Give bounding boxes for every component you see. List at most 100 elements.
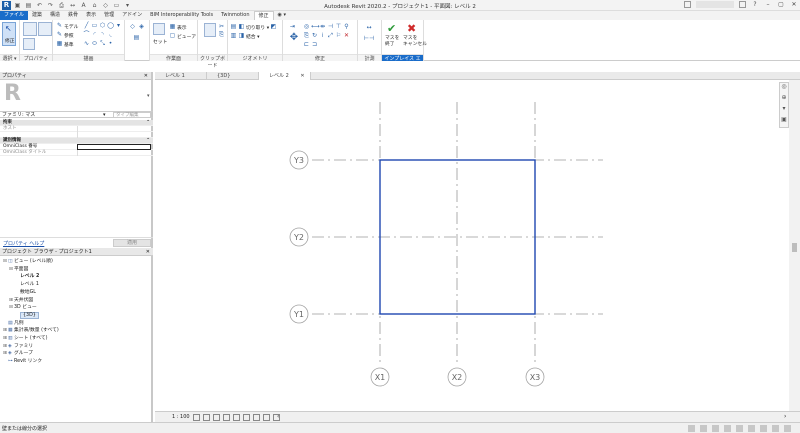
drawing-canvas[interactable]: Y3 Y2 Y1 X1 X2 X3 <box>155 80 788 411</box>
doc-tab-level2[interactable]: レベル 2 ✕ <box>259 72 311 80</box>
form-icon[interactable]: ▤ <box>133 34 140 41</box>
close-tab-icon[interactable]: ✕ <box>300 73 304 79</box>
tab-modify[interactable]: 修正 <box>253 11 274 20</box>
tab-twinmotion[interactable]: Twinmotion <box>217 11 253 20</box>
browser-node[interactable]: 敷地GL <box>15 289 36 296</box>
filter-dropdown-icon[interactable]: ▾ <box>103 112 106 118</box>
mirror-draw-icon[interactable]: ⇹ <box>319 23 326 30</box>
doc-tab-level1[interactable]: レベル 1 <box>155 72 207 80</box>
view-scale[interactable]: 1 : 100 <box>172 414 190 420</box>
trim-icon[interactable]: ⊤ <box>335 23 342 30</box>
model-line-icon[interactable]: ✎ <box>56 22 63 29</box>
mirror-icon[interactable]: ⟷ <box>311 23 320 30</box>
cut-geometry-icon[interactable]: ◧ <box>238 23 245 30</box>
scroll-thumb[interactable] <box>792 243 797 252</box>
ellipse-icon[interactable]: ⬭ <box>91 40 98 47</box>
tab-more-icon[interactable]: ◉ ▾ <box>274 11 290 20</box>
pick-lines-icon[interactable]: ⤡ <box>99 40 106 47</box>
zoom-dropdown-icon[interactable]: ▾ <box>780 105 788 116</box>
finish-mass-button[interactable]: マスを 終了 <box>385 36 399 47</box>
geometry-join-label[interactable]: 結合 ▾ <box>246 33 260 40</box>
visual-style-icon[interactable] <box>203 414 210 421</box>
cancel-mass-icon[interactable]: ✖ <box>407 22 416 35</box>
design-options-icon[interactable] <box>700 425 707 432</box>
polygon-icon[interactable]: ⬡ <box>99 22 106 29</box>
copy-icon[interactable]: ⎘ <box>218 31 225 38</box>
help-icon[interactable]: ? <box>751 1 759 8</box>
browser-node[interactable]: ⊟◫ビュー (レベル順) <box>3 258 53 265</box>
surface-icon[interactable]: ◈ <box>138 23 145 30</box>
spline-icon[interactable]: ∿ <box>83 40 90 47</box>
rotate-icon[interactable]: ↻ <box>311 32 318 39</box>
trim-extend-icon[interactable]: ⊏ <box>303 41 310 48</box>
scroll-left-icon[interactable]: ‹ <box>277 413 279 420</box>
zoom-icon[interactable]: ⊕ <box>780 94 788 105</box>
edit-type-button[interactable]: タイプ編集 <box>113 112 151 118</box>
fillet-arc-icon[interactable]: ◟ <box>107 31 114 38</box>
browser-node[interactable]: ⊟3D ビュー <box>9 304 37 311</box>
browser-node[interactable]: ⊞▥シート (すべて) <box>3 335 48 342</box>
crop-view-icon[interactable] <box>233 414 240 421</box>
browser-node[interactable]: ⊶Revit リンク <box>3 358 42 365</box>
set-workplane-icon[interactable] <box>153 23 165 35</box>
properties-help-link[interactable]: プロパティ ヘルプ <box>3 240 44 247</box>
tab-addins[interactable]: アドイン <box>118 11 146 20</box>
tab-structure[interactable]: 構造 <box>46 11 64 20</box>
scale-icon[interactable]: ⤢ <box>327 32 334 39</box>
select-underlay-icon[interactable] <box>724 425 731 432</box>
panel-label-select[interactable]: 選択 ▾ <box>0 54 19 62</box>
minimize-icon[interactable]: – <box>764 1 772 8</box>
maximize-icon[interactable]: ▢ <box>777 1 785 8</box>
extend-icon[interactable]: ⊐ <box>311 41 318 48</box>
point-icon[interactable]: • <box>107 40 114 47</box>
tab-file[interactable]: ファイル <box>0 11 29 20</box>
circle-icon[interactable]: ◯ <box>107 22 114 29</box>
exchange-icon[interactable] <box>739 1 746 8</box>
unpin-icon[interactable]: ⚐ <box>335 32 342 39</box>
tab-view[interactable]: 表示 <box>82 11 100 20</box>
select-pinned-icon[interactable] <box>736 425 743 432</box>
dimension-icon[interactable]: ⊢⊣ <box>362 35 376 42</box>
browser-node[interactable]: ⊞◈ グループ <box>3 350 33 357</box>
show-workplane-icon[interactable]: ▦ <box>169 23 176 30</box>
doc-tab-3d[interactable]: {3D} <box>207 72 259 80</box>
vertical-scrollbar[interactable] <box>789 80 800 411</box>
reveal-hidden-icon[interactable] <box>263 414 270 421</box>
tab-steel[interactable]: 鉄骨 <box>64 11 82 20</box>
tangent-arc-icon[interactable]: ◝ <box>99 31 106 38</box>
measure-tool-icon[interactable]: ↔ <box>362 24 376 31</box>
browser-node[interactable]: ⊟平面図 <box>9 266 28 273</box>
viewer-icon[interactable]: ▢ <box>169 32 176 39</box>
cut-icon[interactable]: ✂ <box>218 23 225 30</box>
offset-icon[interactable]: ◎ <box>303 23 310 30</box>
detail-level-icon[interactable] <box>193 414 200 421</box>
delete-icon[interactable]: ✕ <box>343 32 350 39</box>
show-crop-icon[interactable] <box>243 414 250 421</box>
select-by-face-icon[interactable] <box>748 425 755 432</box>
sun-path-icon[interactable] <box>213 414 220 421</box>
drag-elements-icon[interactable] <box>760 425 767 432</box>
arc-center-icon[interactable]: ◜ <box>91 31 98 38</box>
join-icon[interactable]: ▥ <box>230 32 237 39</box>
scroll-right-icon[interactable]: › <box>784 413 786 420</box>
rectangle-icon[interactable]: ▭ <box>91 22 98 29</box>
browser-node[interactable]: {3D} <box>15 311 39 319</box>
type-selector-dropdown-icon[interactable]: ▾ <box>147 93 150 99</box>
filter-icon[interactable] <box>772 425 779 432</box>
tab-manage[interactable]: 管理 <box>100 11 118 20</box>
tab-bim-interop[interactable]: BIM Interoperability Tools <box>146 11 217 20</box>
tab-architecture[interactable]: 建築 <box>28 11 46 20</box>
properties-icon[interactable] <box>23 22 37 36</box>
close-icon[interactable]: ✕ <box>790 1 798 8</box>
shadows-icon[interactable] <box>223 414 230 421</box>
apply-button[interactable]: 適用 <box>113 239 151 247</box>
type-properties-icon[interactable] <box>38 22 52 36</box>
close-properties-icon[interactable]: ✕ <box>144 72 148 80</box>
search-icon[interactable] <box>684 1 691 8</box>
temp-hide-icon[interactable] <box>253 414 260 421</box>
join-geometry-icon[interactable]: ◨ <box>238 32 245 39</box>
pin-icon[interactable]: ⚲ <box>343 23 350 30</box>
copy-element-icon[interactable]: ⎘ <box>303 32 310 39</box>
browser-node[interactable]: レベル 2 <box>15 273 39 280</box>
counter-icon[interactable] <box>784 425 791 432</box>
